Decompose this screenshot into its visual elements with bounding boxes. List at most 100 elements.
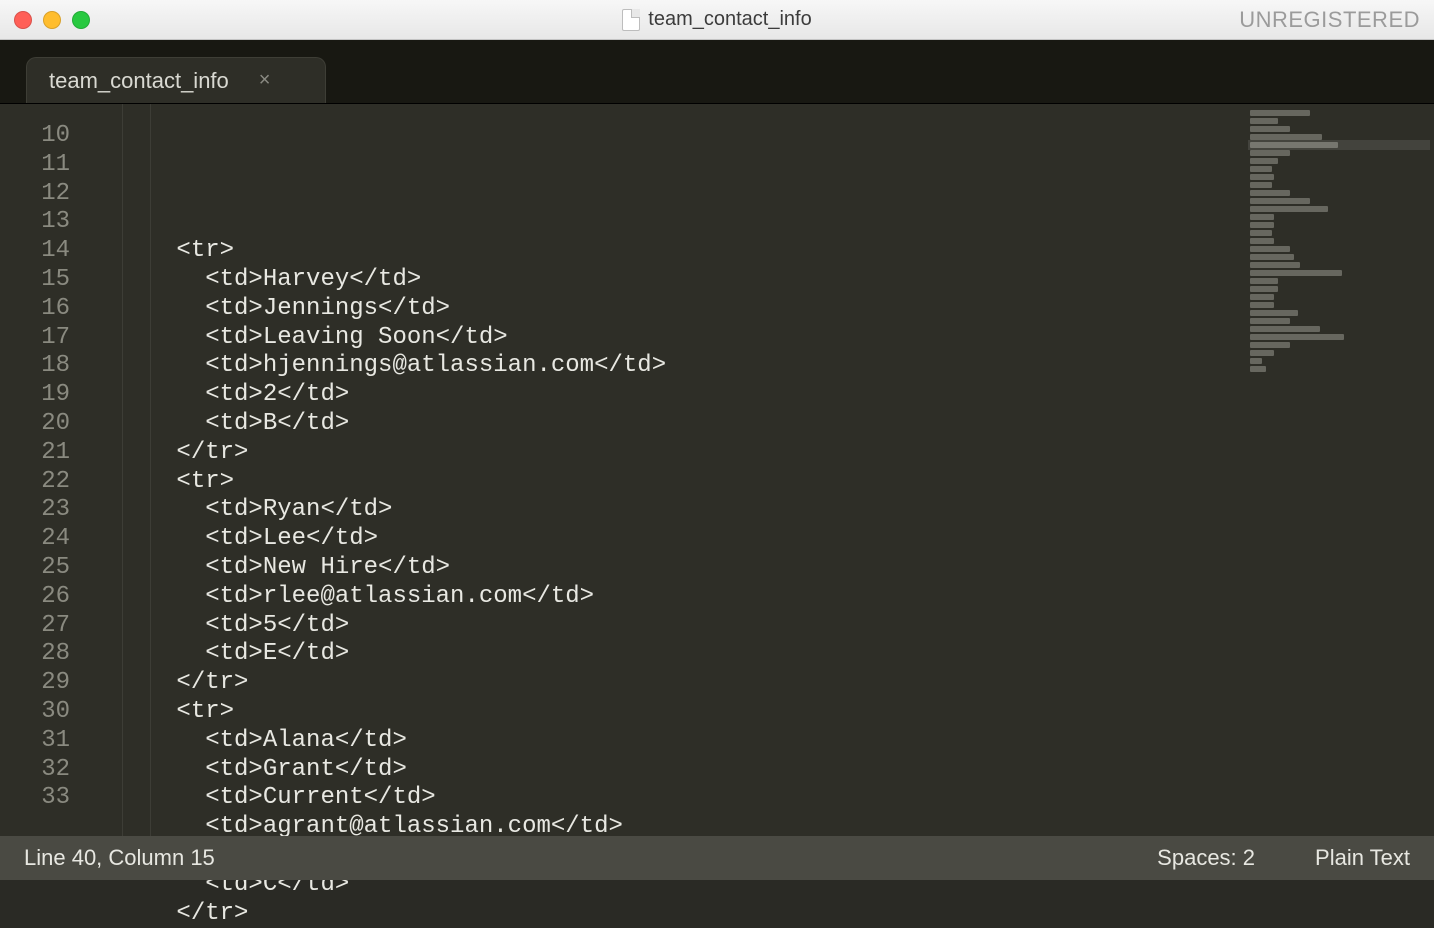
code-line: <tr> — [90, 237, 1244, 266]
minimap-line — [1250, 238, 1274, 244]
line-number: 14 — [0, 237, 70, 266]
minimap-line — [1250, 174, 1274, 180]
minimap-line — [1250, 222, 1274, 228]
cursor-position[interactable]: Line 40, Column 15 — [24, 845, 1097, 871]
code-line: </tr> — [90, 439, 1244, 468]
line-number: 21 — [0, 439, 70, 468]
minimap-line — [1250, 246, 1290, 252]
code-line: <td>Leaving Soon</td> — [90, 324, 1244, 353]
minimap-line — [1250, 294, 1274, 300]
line-number: 13 — [0, 208, 70, 237]
line-number: 24 — [0, 525, 70, 554]
line-number: 11 — [0, 151, 70, 180]
minimap-line — [1250, 366, 1266, 372]
syntax-setting[interactable]: Plain Text — [1315, 845, 1410, 871]
line-number: 32 — [0, 756, 70, 785]
minimap-line — [1250, 206, 1328, 212]
code-line: <td>Alana</td> — [90, 727, 1244, 756]
code-line: <td>Grant</td> — [90, 756, 1244, 785]
tab-label: team_contact_info — [49, 68, 229, 94]
minimap-line — [1250, 334, 1344, 340]
code-line: <tr> — [90, 468, 1244, 497]
window-controls — [14, 11, 90, 29]
minimap-line — [1250, 326, 1320, 332]
code-line: <td>5</td> — [90, 612, 1244, 641]
minimap-line — [1250, 318, 1290, 324]
window-title-text: team_contact_info — [648, 8, 811, 31]
line-number: 10 — [0, 122, 70, 151]
minimap-line — [1250, 166, 1272, 172]
code-line: <td>hjennings@atlassian.com</td> — [90, 352, 1244, 381]
line-number: 23 — [0, 496, 70, 525]
minimap-line — [1250, 270, 1342, 276]
minimap-line — [1250, 342, 1290, 348]
code-line: <td>E</td> — [90, 640, 1244, 669]
minimap-line — [1250, 230, 1272, 236]
line-number: 18 — [0, 352, 70, 381]
line-number: 30 — [0, 698, 70, 727]
code-line: <td>Harvey</td> — [90, 266, 1244, 295]
minimize-window-icon[interactable] — [43, 11, 61, 29]
minimap-line — [1250, 310, 1298, 316]
code-line: <td>Current</td> — [90, 784, 1244, 813]
indent-guide — [150, 104, 151, 836]
line-number: 22 — [0, 468, 70, 497]
code-line: </tr> — [90, 900, 1244, 928]
document-icon — [622, 9, 640, 31]
minimap-line — [1250, 198, 1310, 204]
code-area[interactable]: <tr> <td>Harvey</td> <td>Jennings</td> <… — [90, 104, 1244, 836]
minimap-line — [1250, 182, 1272, 188]
tab-team-contact-info[interactable]: team_contact_info × — [26, 57, 326, 103]
line-number: 17 — [0, 324, 70, 353]
minimap-line — [1250, 254, 1294, 260]
line-number-gutter: 1011121314151617181920212223242526272829… — [0, 104, 90, 836]
app-body: team_contact_info × 10111213141516171819… — [0, 40, 1434, 880]
code-line: <td>New Hire</td> — [90, 554, 1244, 583]
minimap-line — [1250, 278, 1278, 284]
code-line: </tr> — [90, 669, 1244, 698]
line-number: 27 — [0, 612, 70, 641]
code-line: <td>Jennings</td> — [90, 295, 1244, 324]
line-number: 25 — [0, 554, 70, 583]
code-line: <td>2</td> — [90, 381, 1244, 410]
code-line: <tr> — [90, 698, 1244, 727]
close-window-icon[interactable] — [14, 11, 32, 29]
code-line: <td>Ryan</td> — [90, 496, 1244, 525]
indent-guide — [122, 104, 123, 836]
tab-bar: team_contact_info × — [0, 40, 1434, 104]
minimap-line — [1250, 110, 1310, 116]
line-number: 26 — [0, 583, 70, 612]
editor[interactable]: 1011121314151617181920212223242526272829… — [0, 104, 1434, 836]
minimap-line — [1250, 158, 1278, 164]
minimap-line — [1250, 214, 1274, 220]
status-bar: Line 40, Column 15 Spaces: 2 Plain Text — [0, 836, 1434, 880]
indent-setting[interactable]: Spaces: 2 — [1157, 845, 1255, 871]
minimap-line — [1250, 118, 1278, 124]
titlebar: team_contact_info UNREGISTERED — [0, 0, 1434, 40]
minimap-line — [1250, 150, 1290, 156]
minimap-viewport[interactable] — [1248, 140, 1430, 150]
line-number: 28 — [0, 640, 70, 669]
line-number: 16 — [0, 295, 70, 324]
code-line: <td>Lee</td> — [90, 525, 1244, 554]
unregistered-label: UNREGISTERED — [1239, 0, 1420, 39]
line-number: 31 — [0, 727, 70, 756]
minimap-line — [1250, 126, 1290, 132]
minimap-line — [1250, 286, 1278, 292]
minimap-line — [1250, 262, 1300, 268]
line-number: 20 — [0, 410, 70, 439]
minimap[interactable] — [1244, 104, 1434, 836]
zoom-window-icon[interactable] — [72, 11, 90, 29]
minimap-line — [1250, 302, 1274, 308]
line-number: 19 — [0, 381, 70, 410]
minimap-line — [1250, 358, 1262, 364]
code-line: <td>rlee@atlassian.com</td> — [90, 583, 1244, 612]
line-number: 15 — [0, 266, 70, 295]
minimap-line — [1250, 350, 1274, 356]
window-title: team_contact_info — [0, 8, 1434, 31]
line-number: 33 — [0, 784, 70, 813]
minimap-line — [1250, 190, 1290, 196]
close-tab-icon[interactable]: × — [259, 69, 271, 92]
line-number: 12 — [0, 180, 70, 209]
code-line: <td>B</td> — [90, 410, 1244, 439]
